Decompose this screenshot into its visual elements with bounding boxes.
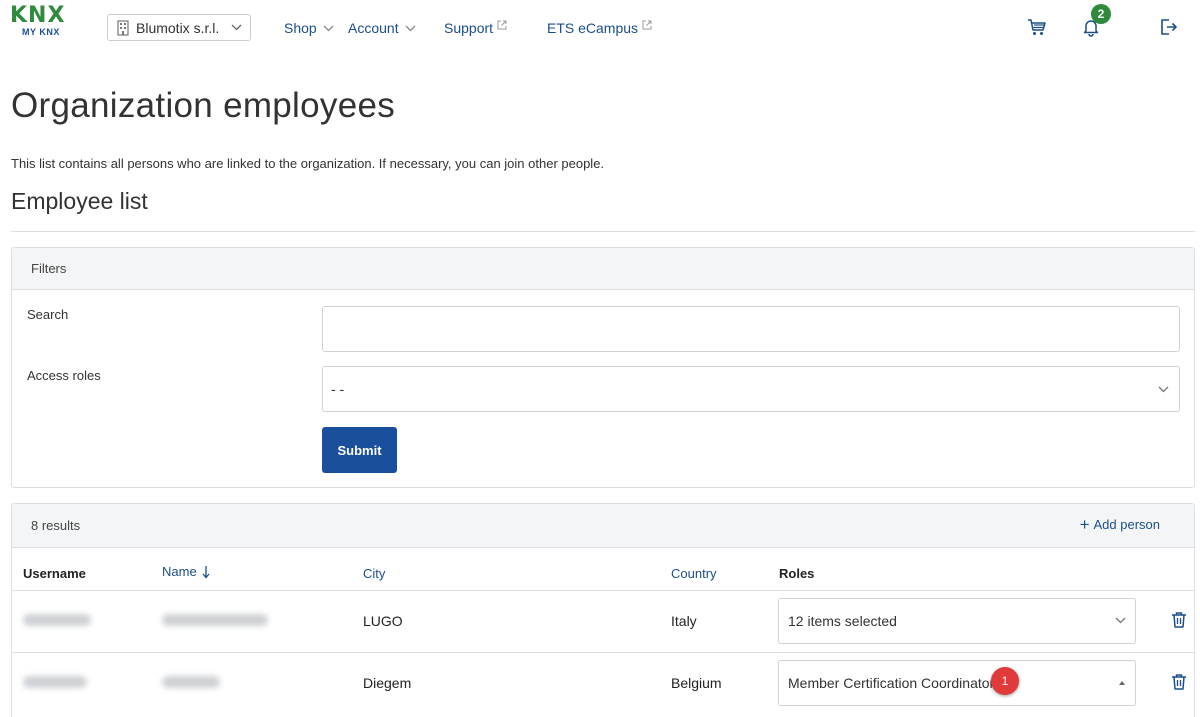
header-divider bbox=[12, 590, 1194, 591]
filters-header: Filters bbox=[12, 248, 1194, 290]
organization-name: Blumotix s.r.l. bbox=[136, 19, 220, 36]
column-roles: Roles bbox=[779, 566, 815, 581]
results-header: 8 results + Add person bbox=[11, 503, 1195, 548]
nav-support[interactable]: Support bbox=[444, 18, 507, 38]
employee-table: Username Name City Country Roles LUGO It… bbox=[11, 547, 1195, 717]
nav-account-label: Account bbox=[348, 20, 399, 36]
chevron-down-icon bbox=[231, 24, 242, 31]
username-redacted bbox=[23, 614, 91, 626]
search-input[interactable] bbox=[322, 306, 1180, 352]
top-navbar: KNX MY KNX Blumotix s.r.l. Shop Account … bbox=[0, 0, 1200, 56]
access-roles-label: Access roles bbox=[27, 368, 101, 383]
chevron-down-icon bbox=[323, 25, 334, 31]
nav-shop[interactable]: Shop bbox=[284, 18, 334, 38]
step-marker: 1 bbox=[991, 667, 1019, 695]
page-intro: This list contains all persons who are l… bbox=[11, 156, 605, 171]
chevron-down-icon bbox=[1115, 617, 1126, 624]
country-cell: Italy bbox=[671, 613, 697, 629]
logo-mark: KNX bbox=[10, 3, 66, 28]
notification-badge: 2 bbox=[1091, 4, 1111, 24]
column-name-label: Name bbox=[162, 564, 197, 579]
add-person-label: Add person bbox=[1093, 517, 1161, 532]
search-label: Search bbox=[27, 307, 69, 322]
building-icon bbox=[117, 19, 129, 36]
name-redacted bbox=[162, 614, 268, 626]
name-redacted bbox=[162, 676, 220, 688]
roles-select[interactable]: Member Certification Coordinator bbox=[778, 660, 1136, 706]
chevron-down-icon bbox=[1158, 386, 1169, 392]
country-cell: Belgium bbox=[671, 675, 722, 691]
nav-account[interactable]: Account bbox=[348, 18, 416, 38]
column-city[interactable]: City bbox=[363, 566, 385, 581]
page-title: Organization employees bbox=[11, 86, 396, 125]
logo-subtitle: MY KNX bbox=[22, 27, 60, 37]
external-link-icon bbox=[497, 20, 507, 30]
column-name[interactable]: Name bbox=[162, 564, 210, 579]
submit-button[interactable]: Submit bbox=[322, 427, 397, 473]
nav-ets-ecampus-label: ETS eCampus bbox=[547, 20, 639, 36]
organization-select[interactable]: Blumotix s.r.l. bbox=[107, 14, 251, 41]
chevron-down-icon bbox=[405, 25, 416, 31]
column-country[interactable]: Country bbox=[671, 566, 717, 581]
caret-up-icon bbox=[1119, 681, 1125, 685]
nav-shop-label: Shop bbox=[284, 20, 317, 36]
results-count: 8 results bbox=[31, 518, 81, 533]
nav-ets-ecampus[interactable]: ETS eCampus bbox=[547, 18, 652, 38]
access-roles-select[interactable]: - - bbox=[322, 366, 1180, 412]
nav-support-label: Support bbox=[444, 20, 494, 36]
external-link-icon bbox=[642, 20, 652, 30]
filters-card: Filters Search Access roles - - Submit bbox=[11, 247, 1195, 488]
row-divider bbox=[12, 652, 1194, 653]
roles-value: Member Certification Coordinator bbox=[788, 675, 995, 691]
trash-icon[interactable] bbox=[1170, 673, 1188, 691]
section-title: Employee list bbox=[11, 188, 148, 214]
sort-down-icon bbox=[202, 565, 210, 578]
city-cell: LUGO bbox=[363, 613, 403, 629]
column-username[interactable]: Username bbox=[23, 566, 86, 581]
access-roles-value: - - bbox=[331, 381, 345, 397]
filters-title: Filters bbox=[31, 261, 67, 276]
roles-value: 12 items selected bbox=[788, 613, 897, 629]
cart-icon[interactable] bbox=[1027, 17, 1047, 37]
trash-icon[interactable] bbox=[1170, 611, 1188, 629]
knx-logo[interactable]: KNX MY KNX bbox=[10, 5, 72, 45]
divider bbox=[11, 231, 1195, 232]
username-redacted bbox=[23, 676, 87, 688]
logout-icon[interactable] bbox=[1159, 17, 1179, 37]
roles-select[interactable]: 12 items selected bbox=[778, 598, 1136, 644]
add-person-button[interactable]: + Add person bbox=[1079, 514, 1161, 534]
plus-icon: + bbox=[1079, 514, 1090, 534]
city-cell: Diegem bbox=[363, 675, 412, 691]
